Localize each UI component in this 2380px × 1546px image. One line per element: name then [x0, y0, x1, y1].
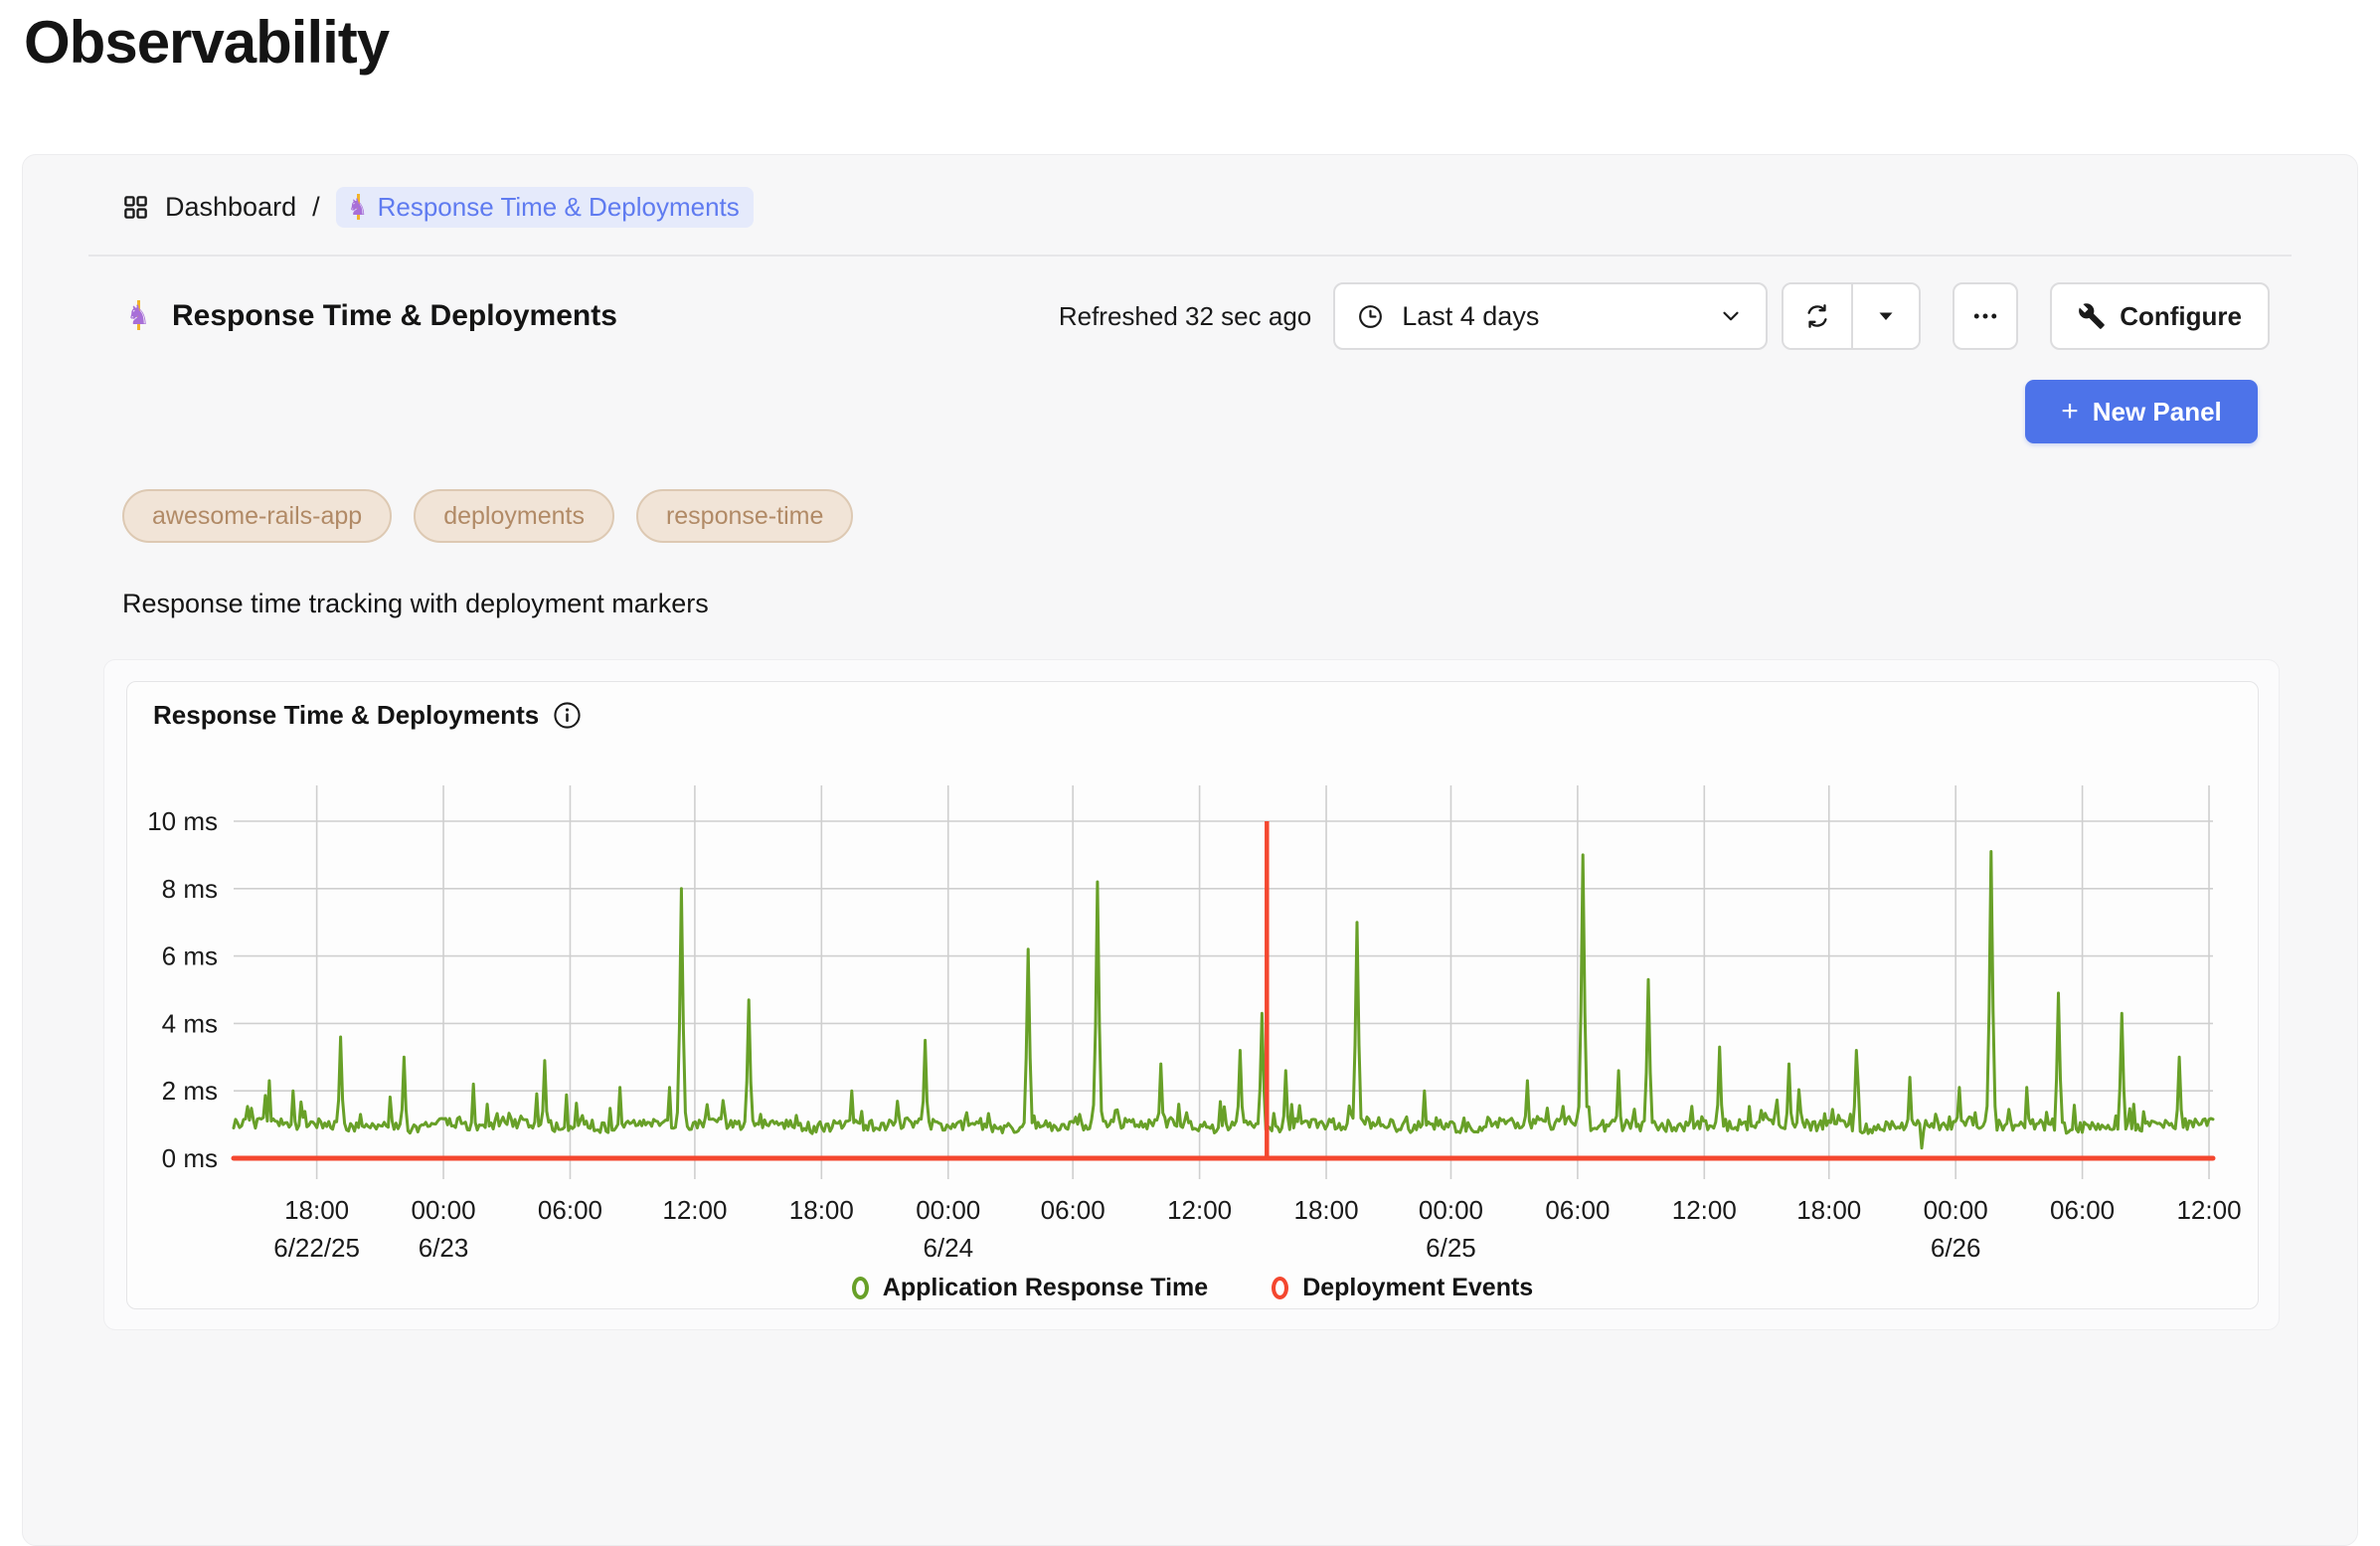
refresh-icon [1803, 302, 1831, 330]
x-axis-time-label: 12:00 [1672, 1195, 1737, 1225]
panel-header-row: ♞ Response Time & Deployments Refreshed … [122, 282, 2270, 350]
x-axis-time-label: 06:00 [1545, 1195, 1610, 1225]
ellipsis-icon [1971, 302, 1999, 330]
legend-ring-icon [852, 1277, 869, 1299]
caret-down-icon [1874, 304, 1898, 328]
legend-ring-icon [1272, 1277, 1288, 1299]
dashboard-grid-icon [122, 194, 149, 221]
y-axis-label: 4 ms [162, 1008, 218, 1038]
x-axis-date-label: 6/24 [923, 1233, 973, 1263]
chart-legend: Application Response Time Deployment Even… [127, 1274, 2258, 1302]
refresh-options-button[interactable] [1851, 284, 1919, 348]
new-panel-row: + New Panel [2025, 380, 2258, 443]
x-axis-time-label: 00:00 [916, 1195, 980, 1225]
dashboard-description: Response time tracking with deployment m… [122, 589, 709, 619]
x-axis-time-label: 00:00 [1419, 1195, 1483, 1225]
x-axis-date-label: 6/23 [419, 1233, 469, 1263]
chevron-down-icon [1718, 303, 1744, 329]
x-axis-time-label: 06:00 [2050, 1195, 2115, 1225]
breadcrumb-current-label: Response Time & Deployments [378, 192, 740, 223]
new-panel-label: New Panel [2093, 397, 2222, 428]
carousel-horse-icon: ♞ [122, 300, 154, 332]
refresh-split-button [1782, 282, 1921, 350]
configure-button[interactable]: Configure [2050, 282, 2270, 350]
new-panel-button[interactable]: + New Panel [2025, 380, 2258, 443]
x-axis-time-label: 06:00 [1041, 1195, 1105, 1225]
carousel-horse-icon: ♞ [344, 194, 372, 222]
time-range-dropdown[interactable]: Last 4 days [1333, 282, 1768, 350]
dashboard-title: Response Time & Deployments [172, 299, 617, 333]
breadcrumb-dashboard-link[interactable]: Dashboard [165, 192, 296, 223]
x-axis-time-label: 06:00 [538, 1195, 602, 1225]
time-range-value: Last 4 days [1402, 301, 1539, 332]
x-axis-time-label: 18:00 [1293, 1195, 1358, 1225]
x-axis-date-label: 6/22/25 [273, 1233, 360, 1263]
y-axis-label: 2 ms [162, 1076, 218, 1106]
chart-svg[interactable]: 0 ms 2 ms 4 ms 6 ms 8 ms 10 ms 18:00 6/22/25 00:… [127, 682, 2260, 1310]
tags-row: awesome-rails-app deployments response-tim… [122, 489, 853, 543]
more-options-button[interactable] [1953, 282, 2018, 350]
chart-card: Response Time & Deployments 0 ms2 ms4 ms… [126, 681, 2259, 1309]
x-axis-time-label: 18:00 [789, 1195, 854, 1225]
header-controls: Refreshed 32 sec ago Last 4 days [1059, 282, 2270, 350]
chart-panel: Response Time & Deployments 0 ms2 ms4 ms… [103, 659, 2280, 1330]
configure-label: Configure [2120, 301, 2242, 332]
y-axis-label: 6 ms [162, 942, 218, 971]
x-axis-time-label: 18:00 [284, 1195, 349, 1225]
x-axis-time-label: 18:00 [1796, 1195, 1861, 1225]
dashboard-card: Dashboard / ♞ Response Time & Deployment… [22, 154, 2358, 1546]
x-axis-time-label: 00:00 [1924, 1195, 1988, 1225]
x-axis-time-label: 00:00 [412, 1195, 476, 1225]
y-axis-label: 0 ms [162, 1143, 218, 1173]
page-title: Observability [24, 8, 389, 77]
legend-label: Deployment Events [1302, 1274, 1533, 1302]
legend-item[interactable]: Application Response Time [852, 1274, 1208, 1302]
y-axis-label: 10 ms [147, 806, 218, 836]
x-axis-time-label: 12:00 [1167, 1195, 1232, 1225]
breadcrumb: Dashboard / ♞ Response Time & Deployment… [122, 187, 754, 228]
x-axis-time-label: 12:00 [2176, 1195, 2241, 1225]
refresh-button[interactable] [1784, 284, 1851, 348]
tag-pill[interactable]: awesome-rails-app [122, 489, 392, 543]
x-axis-time-label: 12:00 [662, 1195, 727, 1225]
legend-label: Application Response Time [883, 1274, 1208, 1302]
refreshed-status: Refreshed 32 sec ago [1059, 301, 1311, 332]
legend-item[interactable]: Deployment Events [1272, 1274, 1533, 1302]
x-axis-date-label: 6/26 [1931, 1233, 1981, 1263]
clock-icon [1357, 303, 1384, 330]
header-divider [88, 255, 2292, 257]
breadcrumb-current-chip[interactable]: ♞ Response Time & Deployments [336, 187, 754, 228]
wrench-icon [2078, 302, 2106, 330]
panel-title-group: ♞ Response Time & Deployments [122, 299, 617, 333]
response-time-series-line [234, 852, 2213, 1148]
tag-pill[interactable]: deployments [414, 489, 614, 543]
breadcrumb-separator: / [312, 192, 320, 223]
tag-pill[interactable]: response-time [636, 489, 853, 543]
carousel-horse-glyph: ♞ [122, 300, 154, 332]
y-axis-label: 8 ms [162, 874, 218, 904]
x-axis-date-label: 6/25 [1426, 1233, 1476, 1263]
carousel-horse-glyph: ♞ [344, 194, 372, 222]
plus-icon: + [2061, 397, 2079, 427]
